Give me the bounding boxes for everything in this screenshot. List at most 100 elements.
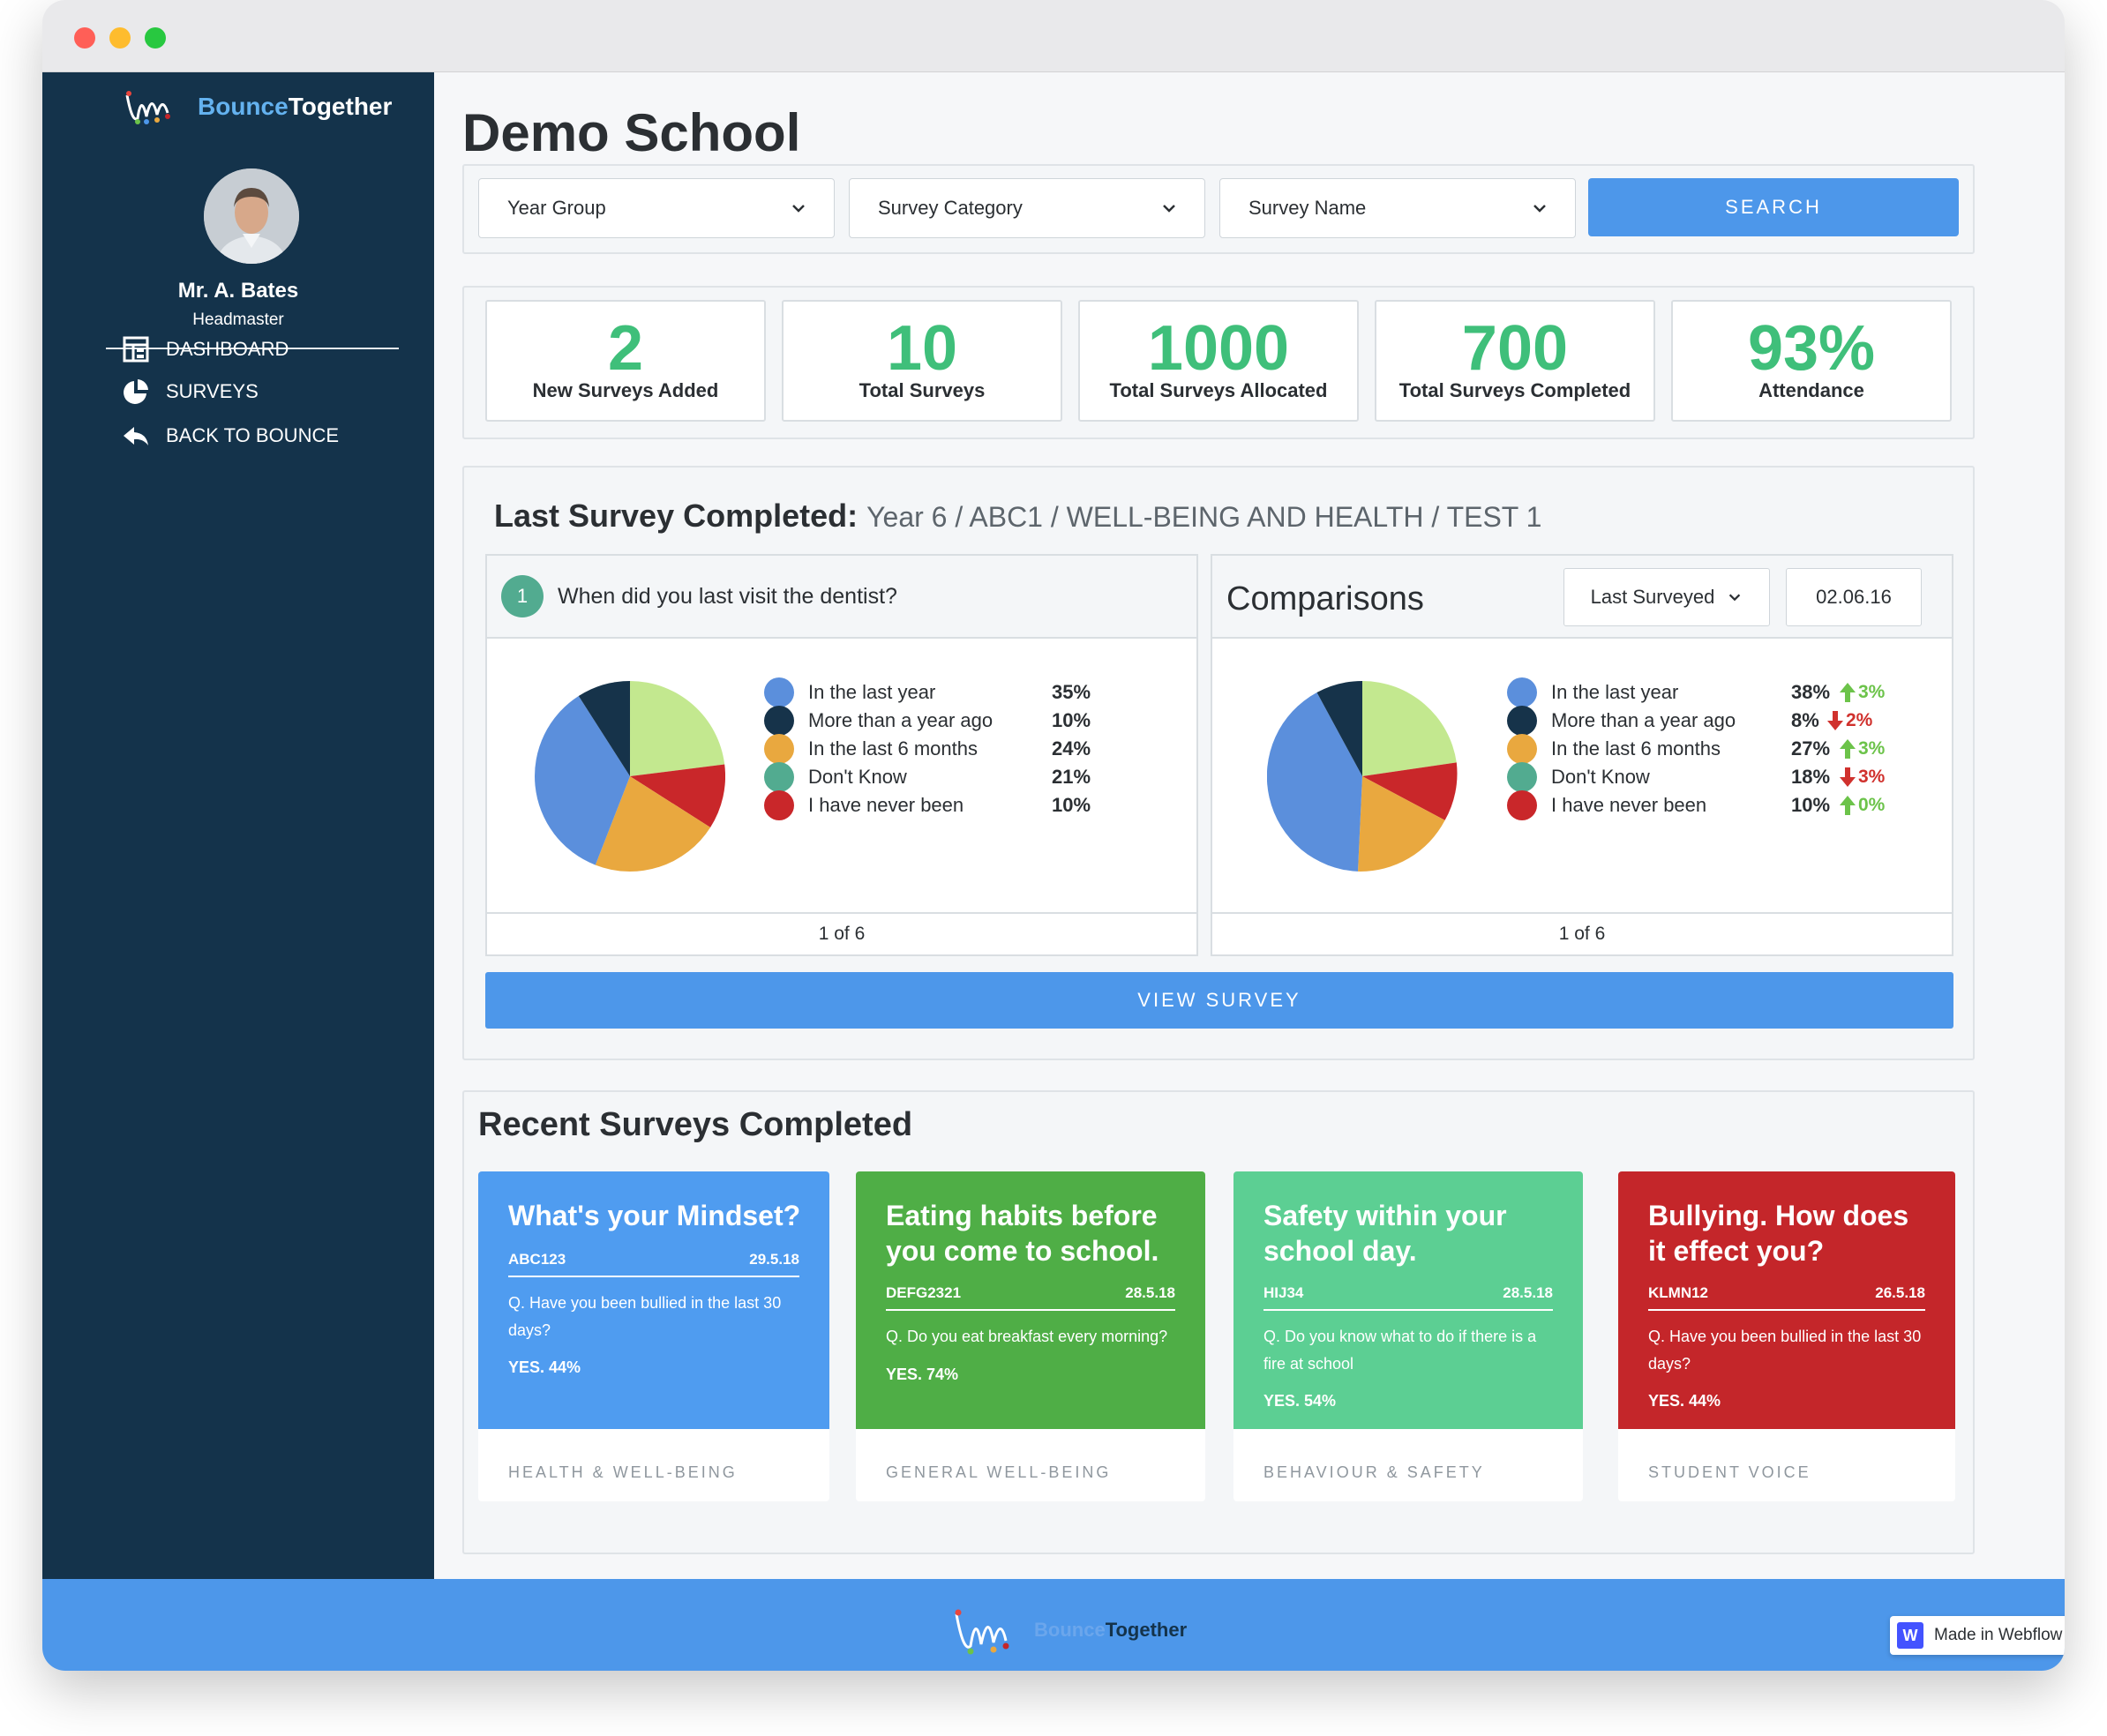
stat-label: Total Surveys Completed <box>1398 379 1631 401</box>
arrow-down-icon <box>1840 767 1856 787</box>
year-group-value: Year Group <box>507 197 606 219</box>
card-question: Q. Have you been bullied in the last 30 … <box>1648 1328 1922 1373</box>
year-group-select[interactable]: Year Group <box>478 178 835 238</box>
card-meta: ABC123 29.5.18 <box>508 1251 799 1277</box>
stat-value: 2 <box>607 313 644 384</box>
legend-percent: 10% <box>1052 794 1091 816</box>
legend-swatch <box>1507 677 1537 707</box>
nav-dashboard[interactable]: DASHBOARD <box>122 332 289 367</box>
card-question: Q. Have you been bullied in the last 30 … <box>508 1294 782 1339</box>
search-button[interactable]: SEARCH <box>1588 178 1959 236</box>
chevron-down-icon <box>1729 594 1741 602</box>
legend-percent: 21% <box>1052 766 1091 788</box>
legend-swatch <box>764 706 794 736</box>
card-title: What's your Mindset? <box>508 1200 801 1231</box>
nav-back-to-bounce[interactable]: BACK TO BOUNCE <box>122 418 339 453</box>
legend-swatch <box>764 762 794 792</box>
comparison-mode-select[interactable]: Last Surveyed <box>1563 568 1770 626</box>
arrow-up-icon <box>1840 683 1856 702</box>
last-survey-heading: Last Survey Completed: Year 6 / ABC1 / W… <box>494 498 1541 535</box>
chevron-down-icon <box>1533 205 1546 213</box>
card-header: Eating habits before you come to school.… <box>856 1171 1205 1429</box>
made-in-webflow-badge[interactable]: W Made in Webflow <box>1890 1616 2065 1655</box>
pie-slice <box>630 681 725 776</box>
card-result: YES. 74% <box>886 1366 959 1383</box>
legend-swatch <box>1507 790 1537 820</box>
stat-label: Attendance <box>1758 379 1864 401</box>
brand-name: BounceTogether <box>198 93 393 120</box>
question-text: When did you last visit the dentist? <box>558 584 897 609</box>
recent-survey-card[interactable]: What's your Mindset? ABC123 29.5.18 Q. Ha… <box>478 1171 829 1501</box>
bounce-logo-icon <box>125 91 170 124</box>
window-titlebar <box>42 0 2065 72</box>
stats-bar: 2 New Surveys Added 10 Total Surveys 100… <box>462 286 1975 439</box>
survey-category-select[interactable]: Survey Category <box>849 178 1205 238</box>
close-window-button[interactable] <box>74 27 95 49</box>
card-meta: HIJ34 28.5.18 <box>1263 1284 1553 1311</box>
legend-item: In the last year <box>1507 677 1678 707</box>
delta-change: 3% <box>1839 762 1885 792</box>
pie-chart-icon <box>124 379 148 404</box>
legend-swatch <box>1507 706 1537 736</box>
maximize-window-button[interactable] <box>145 27 166 49</box>
recent-survey-card[interactable]: Bullying. How does it effect you? KLMN12… <box>1618 1171 1955 1501</box>
legend-item: In the last 6 months <box>1507 734 1721 764</box>
survey-name-select[interactable]: Survey Name <box>1219 178 1576 238</box>
survey-category-value: Survey Category <box>878 197 1023 219</box>
card-header: Safety within your school day. HIJ34 28.5… <box>1233 1171 1583 1429</box>
legend-swatch <box>1507 762 1537 792</box>
question-header: 1 When did you last visit the dentist? <box>487 556 1196 639</box>
stat-value: 700 <box>1461 313 1569 384</box>
card-result: YES. 44% <box>1648 1392 1721 1410</box>
comparisons-title: Comparisons <box>1226 580 1424 617</box>
stat-label: Total Surveys Allocated <box>1109 379 1328 401</box>
nav-back-label: BACK TO BOUNCE <box>166 424 340 446</box>
brand-logo[interactable]: BounceTogether <box>124 85 392 129</box>
minimize-window-button[interactable] <box>109 27 131 49</box>
card-category: GENERAL WELL-BEING <box>886 1463 1112 1481</box>
card-question: Q. Do you eat breakfast every morning? <box>886 1328 1168 1345</box>
legend-item: Don't Know <box>764 762 907 792</box>
question-number-badge: 1 <box>501 575 544 617</box>
delta-change: 3% <box>1839 734 1885 764</box>
view-survey-button[interactable]: VIEW SURVEY <box>485 972 1953 1029</box>
legend-percent: 8% <box>1791 709 1819 731</box>
survey-name-value: Survey Name <box>1248 197 1367 219</box>
footer: BounceTogether W Made in Webflow <box>42 1579 2065 1671</box>
chevron-down-icon <box>1163 205 1175 213</box>
legend-item: I have never been <box>1507 790 1706 820</box>
question-pager[interactable]: 1 of 6 <box>487 912 1196 954</box>
reply-arrow-icon <box>124 427 148 445</box>
browser-window: BounceTogether Mr. A. Bates Headmaster D… <box>42 0 2065 1671</box>
chevron-down-icon <box>792 205 805 213</box>
legend-item: More than a year ago <box>1507 706 1736 736</box>
user-role: Headmaster <box>192 311 284 329</box>
stat-total-surveys: 10 Total Surveys <box>782 300 1062 422</box>
legend-item: In the last year <box>764 677 935 707</box>
filter-bar: Year Group Survey Category Survey Name S… <box>462 164 1975 254</box>
nav-surveys[interactable]: SURVEYS <box>122 374 259 409</box>
stat-allocated: 1000 Total Surveys Allocated <box>1078 300 1359 422</box>
legend-item: Don't Know <box>1507 762 1650 792</box>
comparison-date-field[interactable]: 02.06.16 <box>1786 568 1922 626</box>
card-category: STUDENT VOICE <box>1648 1463 1811 1481</box>
card-header: Bullying. How does it effect you? KLMN12… <box>1618 1171 1955 1429</box>
recent-survey-card[interactable]: Safety within your school day. HIJ34 28.5… <box>1233 1171 1583 1501</box>
stat-value: 10 <box>886 313 958 384</box>
last-survey-label: Last Survey Completed: <box>494 498 859 534</box>
legend-item: In the last 6 months <box>764 734 978 764</box>
delta-change: 3% <box>1839 677 1885 707</box>
footer-logo[interactable]: BounceTogether <box>953 1604 1187 1657</box>
recent-survey-card[interactable]: Eating habits before you come to school.… <box>856 1171 1205 1501</box>
nav-dashboard-label: DASHBOARD <box>166 338 289 360</box>
legend-swatch <box>1507 734 1537 764</box>
legend-percent: 27% <box>1791 737 1831 760</box>
legend-percent: 38% <box>1791 681 1831 703</box>
comparison-pager[interactable]: 1 of 6 <box>1212 912 1952 954</box>
card-category: BEHAVIOUR & SAFETY <box>1263 1463 1485 1481</box>
avatar <box>204 168 299 264</box>
user-name: Mr. A. Bates <box>177 279 299 303</box>
last-survey-path: Year 6 / ABC1 / WELL-BEING AND HEALTH / … <box>866 501 1542 533</box>
card-result: YES. 54% <box>1263 1392 1337 1410</box>
legend-swatch <box>764 734 794 764</box>
